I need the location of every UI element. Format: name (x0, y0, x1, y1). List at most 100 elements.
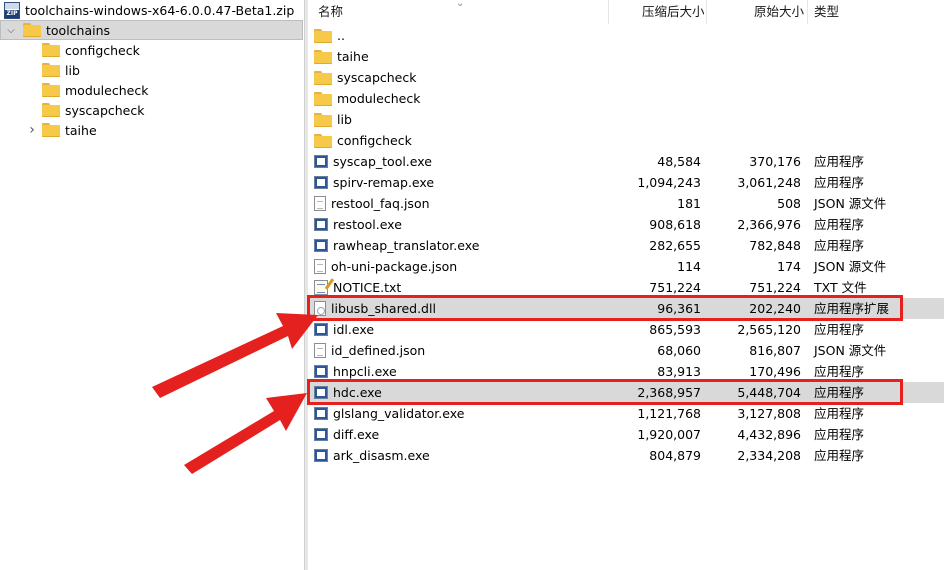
json-file-icon (314, 343, 326, 358)
sort-chevron-icon: ⌄ (456, 0, 465, 9)
file-name-cell: idl.exe (314, 319, 614, 340)
column-divider[interactable] (706, 0, 707, 24)
file-row[interactable]: oh-uni-package.json 114 174 JSON 源文件 (308, 256, 944, 277)
file-name: restool.exe (333, 217, 402, 232)
file-row[interactable]: hdc.exe 2,368,957 5,448,704 应用程序 (308, 382, 944, 403)
compressed-size-cell: 68,060 (657, 343, 701, 358)
file-row[interactable]: configcheck (308, 130, 944, 151)
file-type-cell (814, 130, 944, 151)
compressed-size-cell (613, 25, 701, 46)
file-row[interactable]: NOTICE.txt 751,224 751,224 TXT 文件 (308, 277, 944, 298)
column-divider[interactable] (807, 0, 808, 24)
tree-item-lib[interactable]: lib (24, 60, 80, 80)
file-name-cell: lib (314, 109, 614, 130)
column-header-name[interactable]: 名称 (318, 0, 343, 24)
exe-icon (314, 365, 328, 378)
file-row[interactable]: id_defined.json 68,060 816,807 JSON 源文件 (308, 340, 944, 361)
file-name: id_defined.json (331, 343, 426, 358)
file-type-cell: 应用程序 (814, 385, 865, 400)
folder-icon (314, 70, 332, 85)
original-size-cell: 5,448,704 (737, 385, 801, 400)
file-name-cell: NOTICE.txt (314, 277, 614, 298)
tree-root-archive[interactable]: ZIP toolchains-windows-x64-6.0.0.47-Beta… (4, 0, 294, 20)
file-name: spirv-remap.exe (333, 175, 435, 190)
file-row[interactable]: lib (308, 109, 944, 130)
original-size-cell: 2,565,120 (737, 322, 801, 337)
chevron-down-icon[interactable]: ⌵ (3, 25, 19, 36)
column-header-type[interactable]: 类型 (814, 0, 839, 24)
file-name-cell: modulecheck (314, 88, 614, 109)
exe-icon (314, 155, 328, 168)
file-row[interactable]: syscap_tool.exe 48,584 370,176 应用程序 (308, 151, 944, 172)
chevron-right-icon[interactable]: › (24, 122, 40, 138)
txt-file-icon (314, 280, 328, 295)
file-name-cell: .. (314, 25, 614, 46)
file-row[interactable]: libusb_shared.dll 96,361 202,240 应用程序扩展 (308, 298, 944, 319)
file-row[interactable]: modulecheck (308, 88, 944, 109)
file-name-cell: spirv-remap.exe (314, 172, 614, 193)
compressed-size-cell (613, 88, 701, 109)
file-type-cell (814, 46, 944, 67)
compressed-size-cell (613, 130, 701, 151)
file-type-cell: 应用程序扩展 (814, 301, 890, 316)
file-name-cell: libusb_shared.dll (314, 298, 614, 319)
file-row[interactable]: diff.exe 1,920,007 4,432,896 应用程序 (308, 424, 944, 445)
column-header-compressed-size[interactable]: 压缩后大小 (642, 0, 705, 24)
file-row[interactable]: rawheap_translator.exe 282,655 782,848 应用程序 (308, 235, 944, 256)
compressed-size-cell: 282,655 (649, 238, 701, 253)
tree-item-modulecheck[interactable]: modulecheck (24, 80, 148, 100)
compressed-size-cell: 804,879 (649, 448, 701, 463)
compressed-size-cell (613, 67, 701, 88)
file-row[interactable]: ark_disasm.exe 804,879 2,334,208 应用程序 (308, 445, 944, 466)
file-name-cell: rawheap_translator.exe (314, 235, 614, 256)
original-size-cell (713, 130, 801, 151)
compressed-size-cell: 83,913 (657, 364, 701, 379)
file-row[interactable]: .. (308, 25, 944, 46)
file-row[interactable]: taihe (308, 46, 944, 67)
json-file-icon (314, 196, 326, 211)
exe-icon (314, 407, 328, 420)
file-row[interactable]: spirv-remap.exe 1,094,243 3,061,248 应用程序 (308, 172, 944, 193)
file-type-cell: 应用程序 (814, 322, 865, 337)
column-header-original-size[interactable]: 原始大小 (754, 0, 804, 24)
file-name-cell: id_defined.json (314, 340, 614, 361)
file-row[interactable]: restool.exe 908,618 2,366,976 应用程序 (308, 214, 944, 235)
file-type-cell: TXT 文件 (814, 280, 867, 295)
file-row[interactable]: syscapcheck (308, 67, 944, 88)
file-row[interactable]: hnpcli.exe 83,913 170,496 应用程序 (308, 361, 944, 382)
exe-icon (314, 449, 328, 462)
tree-item-label: toolchains (46, 22, 111, 38)
file-name-cell: restool.exe (314, 214, 614, 235)
file-name-cell: configcheck (314, 130, 614, 151)
tree-item-configcheck[interactable]: configcheck (24, 40, 140, 60)
original-size-cell: 782,848 (749, 238, 801, 253)
file-name-cell: syscap_tool.exe (314, 151, 614, 172)
file-row[interactable]: idl.exe 865,593 2,565,120 应用程序 (308, 319, 944, 340)
original-size-cell: 2,366,976 (737, 217, 801, 232)
file-name: modulecheck (337, 91, 421, 106)
original-size-cell: 202,240 (749, 301, 801, 316)
file-name-cell: syscapcheck (314, 67, 614, 88)
original-size-cell: 170,496 (749, 364, 801, 379)
compressed-size-cell: 1,094,243 (637, 175, 701, 190)
exe-icon (314, 428, 328, 441)
tree-item-syscapcheck[interactable]: syscapcheck (24, 100, 145, 120)
column-divider[interactable] (608, 0, 609, 24)
file-name: diff.exe (333, 427, 380, 442)
file-name: idl.exe (333, 322, 375, 337)
original-size-cell: 174 (777, 259, 801, 274)
compressed-size-cell: 1,920,007 (637, 427, 701, 442)
tree-item-toolchains[interactable]: ⌵ toolchains (0, 20, 303, 40)
original-size-cell: 508 (777, 196, 801, 211)
file-row[interactable]: restool_faq.json 181 508 JSON 源文件 (308, 193, 944, 214)
file-name: glslang_validator.exe (333, 406, 465, 421)
file-row[interactable]: glslang_validator.exe 1,121,768 3,127,808 应… (308, 403, 944, 424)
compressed-size-cell (613, 46, 701, 67)
compressed-size-cell: 1,121,768 (637, 406, 701, 421)
file-name: configcheck (337, 133, 412, 148)
folder-icon (23, 23, 41, 37)
tree-item-taihe[interactable]: › taihe (24, 120, 96, 140)
file-name-cell: hnpcli.exe (314, 361, 614, 382)
compressed-size-cell: 751,224 (649, 280, 701, 295)
file-type-cell (814, 25, 944, 46)
